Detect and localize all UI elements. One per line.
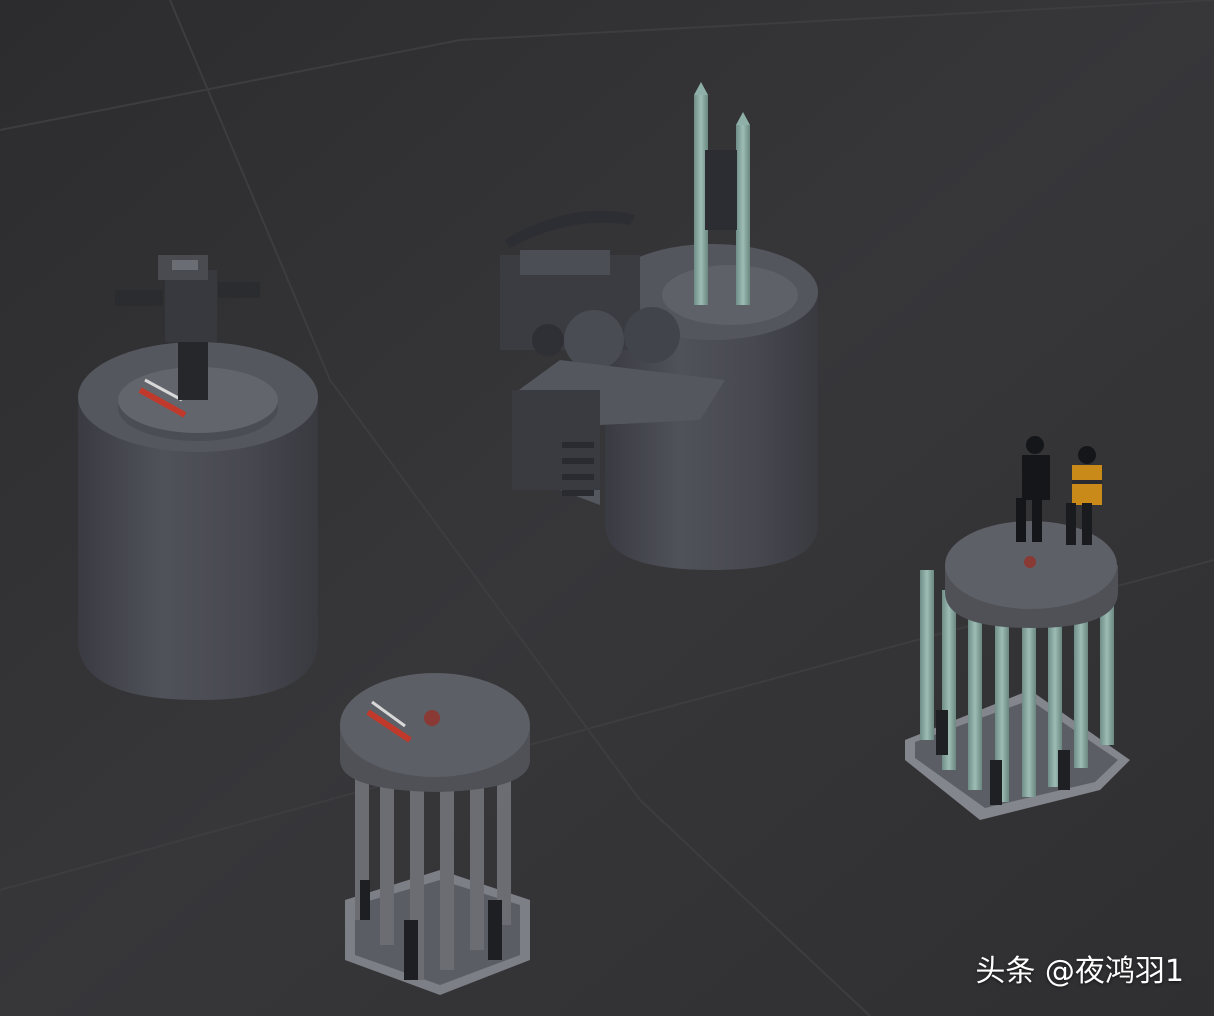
watermark-text: 头条 @夜鸿羽1: [975, 954, 1184, 989]
render-scene: [0, 0, 1214, 1016]
